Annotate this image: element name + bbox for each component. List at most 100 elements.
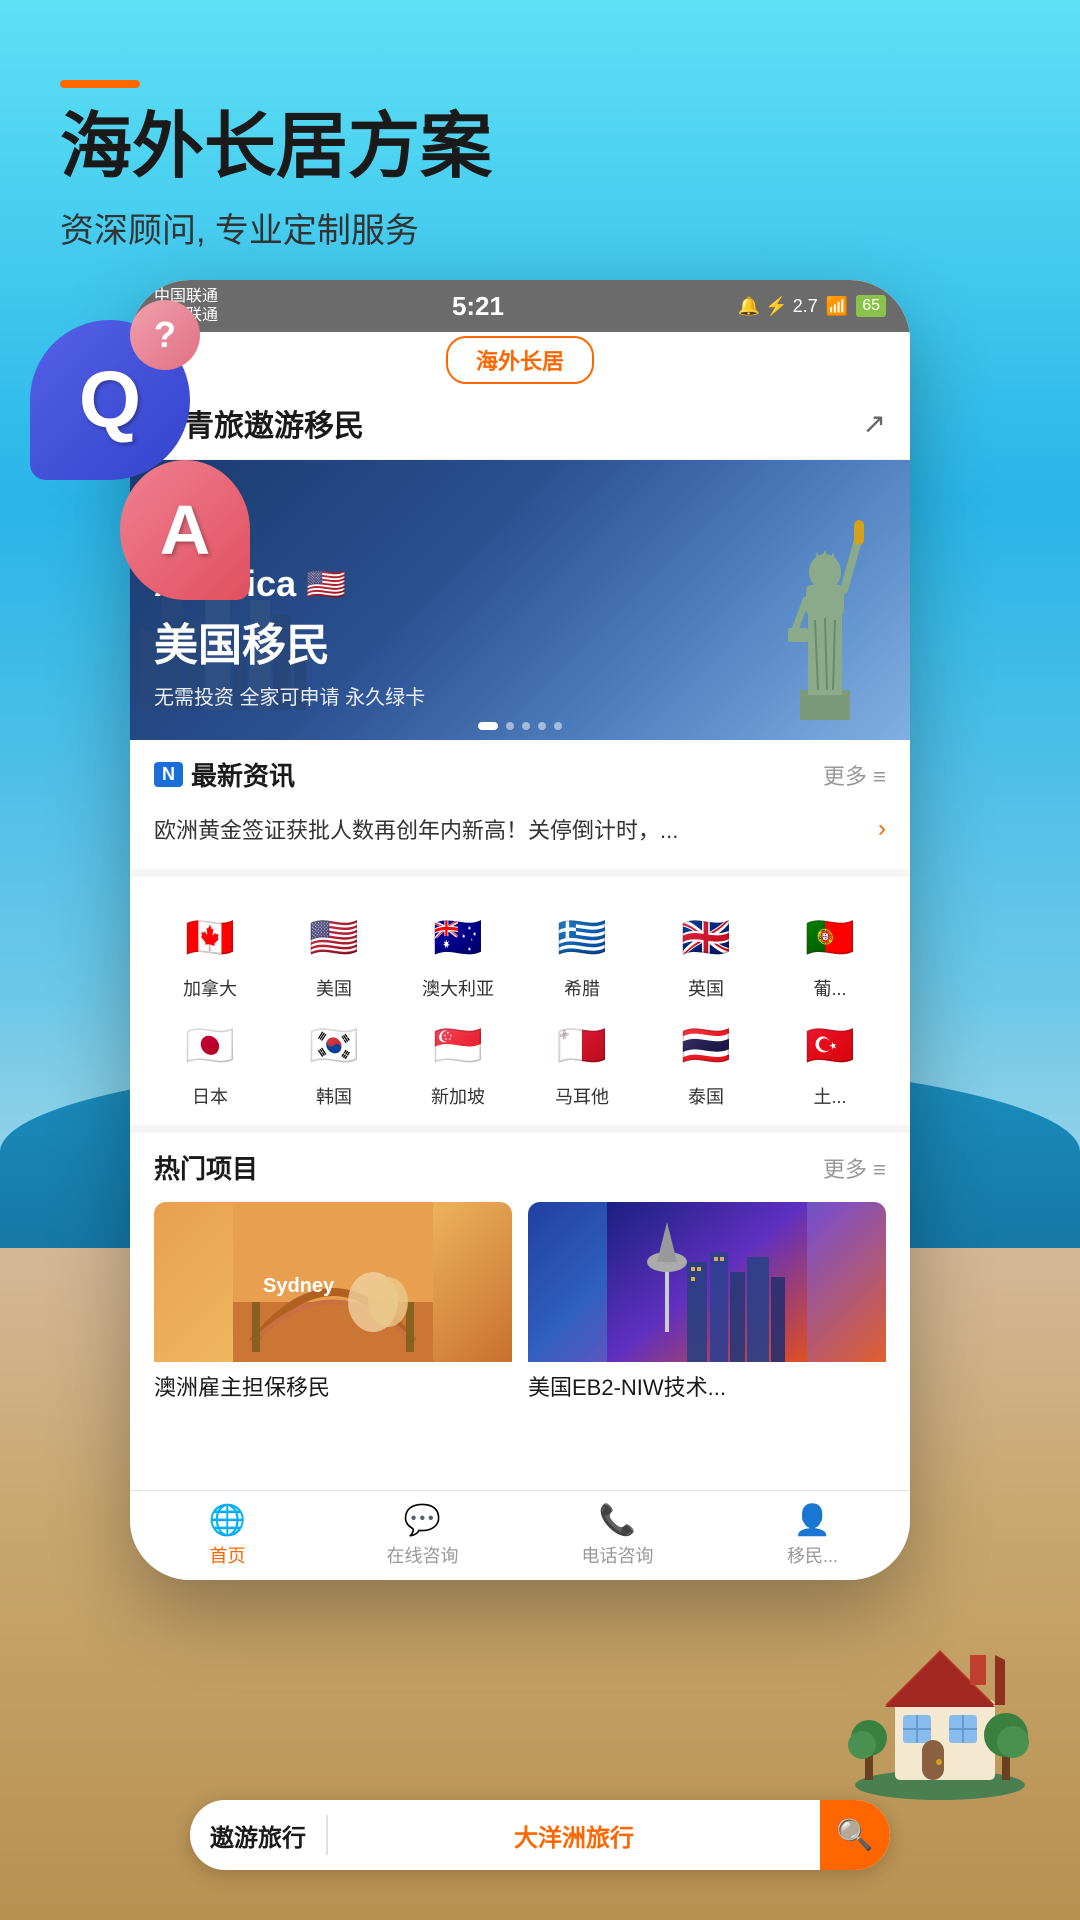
project-title-sydney: 澳洲雇主担保移民 [154,1362,512,1402]
overseas-tag: 海外长居 [446,336,594,384]
projects-more-link[interactable]: 更多 ≡ [823,1152,886,1184]
house-icon [840,1600,1040,1800]
project-card-sydney[interactable]: Sydney 澳洲雇主担保移民 [154,1202,512,1402]
country-flag-8: 🇸🇬 [426,1013,490,1077]
country-name-5: 葡... [813,975,846,1001]
main-headline: 海外长居方案 [60,108,492,187]
country-item-5[interactable]: 🇵🇹 葡... [774,905,886,1001]
country-name-7: 韩国 [316,1083,352,1109]
house-decoration [840,1600,1040,1800]
news-item[interactable]: 欧洲黄金签证获批人数再创年内新高！关停倒计时，... › [154,805,886,853]
svg-text:Sydney: Sydney [263,1275,335,1297]
nav-label-1: 在线咨询 [387,1542,459,1568]
news-title-text: 最新资讯 [191,756,295,793]
country-name-3: 希腊 [564,975,600,1001]
banner-dot-5[interactable] [554,722,562,730]
status-time: 5:21 [452,291,504,322]
orange-bar-decoration [60,80,140,88]
nav-item-3[interactable]: 👤 移民... [715,1495,910,1576]
country-item-4[interactable]: 🇬🇧 英国 [650,905,762,1001]
banner-title-cn: 美国移民 [154,609,425,673]
main-content: 海外长居方案 资深顾问, 专业定制服务 Q ? A 中国联通 中国联通 5:21 [0,0,1080,1920]
nav-label-2: 电话咨询 [582,1542,654,1568]
country-item-9[interactable]: 🇲🇹 马耳他 [526,1013,638,1109]
country-flag-7: 🇰🇷 [302,1013,366,1077]
country-item-1[interactable]: 🇺🇸 美国 [278,905,390,1001]
country-item-10[interactable]: 🇹🇭 泰国 [650,1013,762,1109]
nav-icon-2: 📞 [599,1503,636,1538]
sub-headline: 资深顾问, 专业定制服务 [60,203,492,252]
projects-title: 热门项目 [154,1149,258,1186]
bottom-nav: 🌐 首页 💬 在线咨询 📞 电话咨询 👤 移民... [130,1490,910,1580]
news-badge: N [154,762,183,787]
project-img-sydney: Sydney [154,1202,512,1362]
q-bubble: Q ? [30,320,190,480]
banner-dot-4[interactable] [538,722,546,730]
sydney-image: Sydney [233,1202,433,1362]
country-item-6[interactable]: 🇯🇵 日本 [154,1013,266,1109]
country-item-3[interactable]: 🇬🇷 希腊 [526,905,638,1001]
country-item-7[interactable]: 🇰🇷 韩国 [278,1013,390,1109]
country-item-11[interactable]: 🇹🇷 土... [774,1013,886,1109]
country-name-1: 美国 [316,975,352,1001]
search-text[interactable]: 大洋洲旅行 [328,1818,820,1853]
share-icon[interactable]: ↗ [863,407,886,440]
qa-decoration: Q ? A [30,320,250,600]
news-title: N 最新资讯 [154,756,295,793]
country-item-8[interactable]: 🇸🇬 新加坡 [402,1013,514,1109]
flag-emoji: 🇺🇸 [306,565,346,603]
country-flag-1: 🇺🇸 [302,905,366,969]
nav-icon-0: 🌐 [209,1503,246,1538]
banner-subtitle: 无需投资 全家可申请 永久绿卡 [154,681,425,710]
search-button[interactable]: 🔍 [820,1800,890,1870]
news-header: N 最新资讯 更多 ≡ [154,756,886,793]
country-item-2[interactable]: 🇦🇺 澳大利亚 [402,905,514,1001]
a-bubble: A [120,460,250,600]
country-name-4: 英国 [688,975,724,1001]
banner-dot-2[interactable] [506,722,514,730]
country-name-6: 日本 [192,1083,228,1109]
project-img-seattle [528,1202,886,1362]
country-item-0[interactable]: 🇨🇦 加拿大 [154,905,266,1001]
banner-dots [478,722,562,730]
nav-item-2[interactable]: 📞 电话咨询 [520,1495,715,1576]
banner-dot-1[interactable] [478,722,498,730]
news-text: 欧洲黄金签证获批人数再创年内新高！关停倒计时，... [154,813,678,845]
news-arrow-icon: › [878,815,886,843]
question-mark-bubble: ? [130,300,200,370]
country-name-0: 加拿大 [183,975,237,1001]
bottom-search-bar[interactable]: 遨游旅行 大洋洲旅行 🔍 [190,1800,890,1870]
search-brand-text: 遨游旅行 [190,1818,326,1853]
a-letter: A [160,490,211,570]
country-flag-0: 🇨🇦 [178,905,242,969]
nav-label-0: 首页 [210,1542,246,1568]
country-flag-10: 🇹🇭 [674,1013,738,1077]
projects-section: 热门项目 更多 ≡ [130,1133,910,1418]
news-more-link[interactable]: 更多 ≡ [823,759,886,791]
countries-grid: 🇨🇦 加拿大 🇺🇸 美国 🇦🇺 澳大利亚 🇬🇷 希腊 🇬🇧 英国 🇵🇹 葡...… [154,905,886,1109]
country-flag-9: 🇲🇹 [550,1013,614,1077]
question-mark: ? [154,314,176,356]
signal-bars: 📶 [826,296,848,317]
banner-dot-3[interactable] [522,722,530,730]
country-name-8: 新加坡 [431,1083,485,1109]
project-title-seattle: 美国EB2-NIW技术... [528,1362,886,1402]
statue-liberty-icon [770,490,880,720]
country-flag-4: 🇬🇧 [674,905,738,969]
country-flag-2: 🇦🇺 [426,905,490,969]
country-name-11: 土... [813,1083,846,1109]
country-flag-6: 🇯🇵 [178,1013,242,1077]
signal-info: 🔔 ⚡ 2.7 [738,296,818,317]
nav-icon-1: 💬 [404,1503,441,1538]
countries-section: 🇨🇦 加拿大 🇺🇸 美国 🇦🇺 澳大利亚 🇬🇷 希腊 🇬🇧 英国 🇵🇹 葡...… [130,877,910,1133]
news-section: N 最新资讯 更多 ≡ 欧洲黄金签证获批人数再创年内新高！关停倒计时，... › [130,740,910,877]
status-right: 🔔 ⚡ 2.7 📶 65 [738,295,886,317]
battery: 65 [856,295,886,317]
top-section: 海外长居方案 资深顾问, 专业定制服务 [60,80,492,252]
seattle-image [607,1202,807,1362]
project-card-seattle[interactable]: 美国EB2-NIW技术... [528,1202,886,1402]
country-flag-5: 🇵🇹 [798,905,862,969]
nav-item-0[interactable]: 🌐 首页 [130,1495,325,1576]
nav-item-1[interactable]: 💬 在线咨询 [325,1495,520,1576]
country-name-10: 泰国 [688,1083,724,1109]
